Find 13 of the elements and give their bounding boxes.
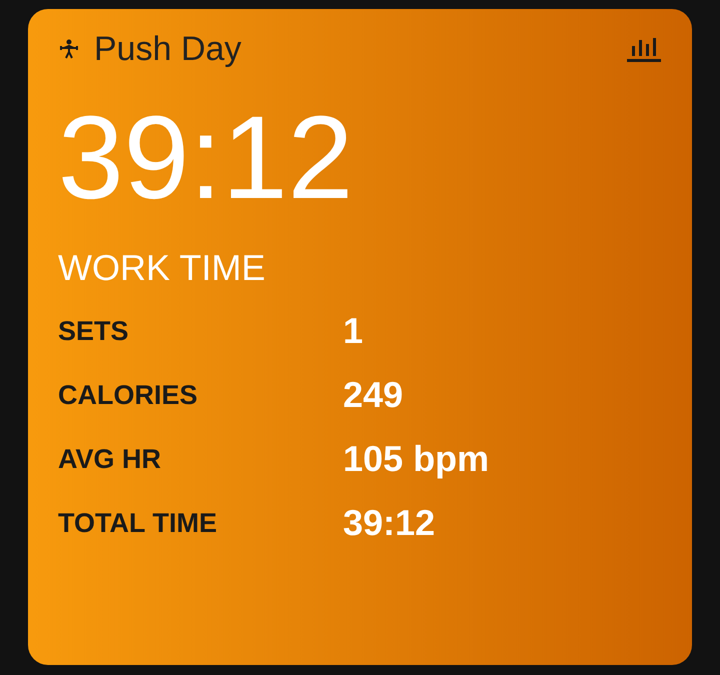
bar-chart-icon[interactable] [626,36,662,62]
work-time-value: 39:12 [58,99,354,217]
stat-label: TOTAL TIME [58,507,218,540]
weightlifter-icon [58,38,80,60]
stat-value: 105 bpm [343,439,490,479]
stat-value: 249 [343,375,404,415]
workout-title: Push Day [94,30,242,68]
stat-value: 39:12 [343,503,436,543]
stat-value: 1 [343,311,364,351]
stat-label: CALORIES [58,379,199,412]
stat-label: AVG HR [58,443,162,476]
work-time-label: WORK TIME [58,247,266,289]
stat-label: SETS [58,315,130,348]
